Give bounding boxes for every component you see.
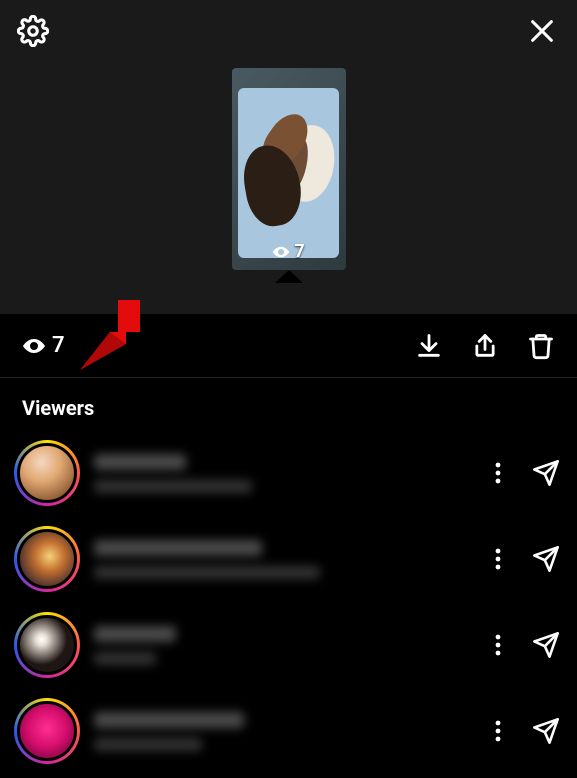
avatar: [17, 701, 77, 761]
viewer-username-blurred: [94, 712, 244, 728]
viewer-send-button[interactable]: [529, 456, 563, 490]
more-vertical-icon: [495, 720, 501, 742]
trash-icon: [527, 332, 555, 360]
viewer-send-button[interactable]: [529, 714, 563, 748]
selected-thumbnail-indicator: [275, 270, 303, 283]
more-vertical-icon: [495, 462, 501, 484]
avatar: [17, 443, 77, 503]
viewer-info: [94, 540, 467, 579]
share-button[interactable]: [471, 332, 499, 360]
share-icon: [471, 332, 499, 360]
viewers-section-title: Viewers: [0, 378, 577, 430]
send-icon: [532, 717, 560, 745]
viewer-more-button[interactable]: [481, 456, 515, 490]
send-icon: [532, 459, 560, 487]
download-button[interactable]: [415, 332, 443, 360]
close-icon: [528, 17, 556, 45]
viewer-row[interactable]: [14, 688, 563, 774]
viewer-username-blurred: [94, 626, 176, 642]
more-vertical-icon: [495, 548, 501, 570]
viewer-username-blurred: [94, 454, 186, 470]
viewer-send-button[interactable]: [529, 628, 563, 662]
avatar: [17, 529, 77, 589]
viewer-more-button[interactable]: [481, 628, 515, 662]
viewer-more-button[interactable]: [481, 542, 515, 576]
viewers-list: [0, 430, 577, 774]
avatar-story-ring[interactable]: [14, 440, 80, 506]
viewer-subtitle-blurred: [94, 738, 202, 751]
delete-button[interactable]: [527, 332, 555, 360]
views-count-value: 7: [52, 333, 65, 358]
viewer-subtitle-blurred: [94, 480, 252, 493]
viewer-subtitle-blurred: [94, 652, 156, 665]
viewer-info: [94, 712, 467, 751]
eye-icon: [272, 243, 290, 261]
story-preview-area: 7: [0, 0, 577, 314]
viewer-info: [94, 626, 467, 665]
avatar: [17, 615, 77, 675]
thumbnail-view-count-value: 7: [294, 241, 304, 262]
eye-icon: [22, 334, 46, 358]
story-action-bar: 7: [0, 314, 577, 378]
more-vertical-icon: [495, 634, 501, 656]
send-icon: [532, 631, 560, 659]
avatar-story-ring[interactable]: [14, 612, 80, 678]
story-thumbnail-image: [232, 68, 346, 270]
close-button[interactable]: [525, 14, 559, 48]
story-thumbnail[interactable]: 7: [232, 68, 346, 270]
thumbnail-view-count: 7: [232, 241, 346, 262]
download-icon: [415, 332, 443, 360]
avatar-story-ring[interactable]: [14, 526, 80, 592]
settings-button[interactable]: [16, 14, 50, 48]
gear-icon: [17, 15, 49, 47]
viewer-row[interactable]: [14, 602, 563, 688]
viewer-username-blurred: [94, 540, 262, 556]
viewer-info: [94, 454, 467, 493]
viewer-send-button[interactable]: [529, 542, 563, 576]
send-icon: [532, 545, 560, 573]
viewer-subtitle-blurred: [94, 566, 320, 579]
viewer-row[interactable]: [14, 430, 563, 516]
views-count-button[interactable]: 7: [22, 333, 65, 358]
viewer-more-button[interactable]: [481, 714, 515, 748]
viewer-row[interactable]: [14, 516, 563, 602]
avatar-story-ring[interactable]: [14, 698, 80, 764]
